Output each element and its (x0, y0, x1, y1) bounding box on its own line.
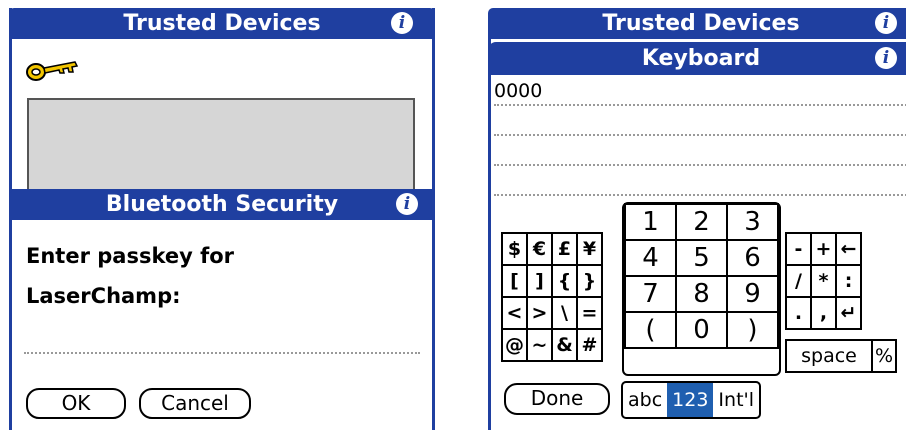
keyboard-mode-selector: abc 123 Int'l (621, 381, 762, 419)
number-key[interactable]: 7 (624, 275, 677, 313)
device-list-box (27, 98, 415, 198)
symbol-key[interactable]: [ (501, 264, 528, 298)
number-key[interactable]: 5 (675, 239, 728, 277)
symbol-key[interactable]: ~ (526, 328, 553, 362)
dialog-info-icon[interactable]: i (396, 193, 418, 215)
symbol-key[interactable]: } (576, 264, 603, 298)
mode-123[interactable]: 123 (667, 383, 714, 417)
text-line[interactable] (494, 194, 906, 196)
percent-key[interactable]: % (871, 339, 897, 373)
number-key[interactable]: 8 (675, 275, 728, 313)
operator-key[interactable]: + (810, 232, 837, 266)
symbol-key[interactable]: ] (526, 264, 553, 298)
operator-key[interactable]: : (835, 264, 862, 298)
symbol-key[interactable]: @ (501, 328, 528, 362)
dialog-title: Bluetooth Security (105, 192, 339, 217)
operator-key[interactable]: . (785, 296, 812, 330)
symbol-keypad: $ € £ ¥ []{} < > \ = @ ~ & # (501, 232, 603, 362)
text-line[interactable] (494, 104, 906, 106)
symbol-key[interactable]: € (526, 232, 553, 266)
operator-key[interactable]: * (810, 264, 837, 298)
mode-intl[interactable]: Int'l (713, 383, 759, 417)
operator-keypad: - + ← / *:., ↵ (785, 232, 862, 330)
dialog-titlebar: Bluetooth Security i (9, 189, 435, 220)
bluetooth-security-screen: Trusted Devices i Bluetooth Security i E… (9, 0, 435, 430)
passkey-input[interactable] (24, 352, 420, 354)
operator-key[interactable]: , (810, 296, 837, 330)
passkey-prompt-line1: Enter passkey for (26, 244, 235, 268)
key-icon (26, 61, 79, 81)
space-key[interactable]: space (785, 339, 873, 373)
symbol-key[interactable]: £ (551, 232, 578, 266)
trusted-devices-titlebar: Trusted Devices i (488, 8, 906, 39)
passkey-prompt-line2: LaserChamp: (26, 284, 181, 308)
number-key[interactable]: 9 (726, 275, 779, 313)
operator-key[interactable]: ← (835, 232, 862, 266)
symbol-key[interactable]: # (576, 328, 603, 362)
symbol-key[interactable]: \ (551, 296, 578, 330)
number-key[interactable]: ) (726, 311, 779, 349)
operator-key[interactable]: - (785, 232, 812, 266)
number-key[interactable]: 1 (624, 203, 677, 241)
mode-abc[interactable]: abc (623, 383, 667, 417)
operator-key[interactable]: ↵ (835, 296, 862, 330)
symbol-key[interactable]: $ (501, 232, 528, 266)
symbol-key[interactable]: { (551, 264, 578, 298)
symbol-key[interactable]: ¥ (576, 232, 603, 266)
text-line[interactable] (494, 134, 906, 136)
number-key[interactable]: 0 (675, 311, 728, 349)
page-title: Trusted Devices (602, 11, 800, 36)
number-keypad: 1 2 3 4 5 6 7 8 9 (0) (624, 203, 779, 349)
info-icon[interactable]: i (875, 12, 897, 34)
symbol-key[interactable]: < (501, 296, 528, 330)
symbol-key[interactable]: & (551, 328, 578, 362)
symbol-key[interactable]: > (526, 296, 553, 330)
number-key[interactable]: 6 (726, 239, 779, 277)
passkey-text: 0000 (494, 80, 543, 102)
operator-key[interactable]: / (785, 264, 812, 298)
number-key[interactable]: 2 (675, 203, 728, 241)
space-row: space % (785, 339, 897, 373)
bluetooth-security-dialog: Bluetooth Security i Enter passkey for L… (9, 189, 435, 430)
number-key[interactable]: ( (624, 311, 677, 349)
cancel-button[interactable]: Cancel (139, 388, 251, 419)
number-key[interactable]: 4 (624, 239, 677, 277)
symbol-key[interactable]: = (576, 296, 603, 330)
done-button[interactable]: Done (504, 383, 610, 415)
ok-button[interactable]: OK (26, 388, 126, 419)
number-key[interactable]: 3 (726, 203, 779, 241)
text-line[interactable] (494, 164, 906, 166)
keyboard-screen: Trusted Devices i Keyboard i 0000 $ € £ ¥[]… (488, 0, 906, 430)
